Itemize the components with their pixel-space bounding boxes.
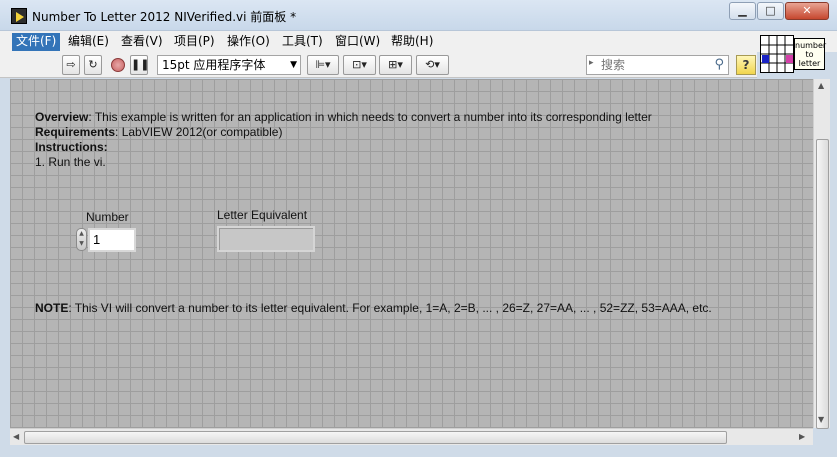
toolbar: ⇨ ↻ ❚❚ 15pt 应用程序字体 ▼ ⊫▾ ⊡▾ ⊞▾ ⟲▾ ▸ ⚲ ? bbox=[0, 52, 757, 78]
menu-tools[interactable]: 工具(T) bbox=[278, 33, 327, 51]
increment-decrement-spinner[interactable]: ▲ ▼ bbox=[76, 228, 87, 251]
search-icon[interactable]: ⚲ bbox=[714, 57, 724, 72]
align-objects-icon: ⊫▾ bbox=[315, 58, 331, 71]
increment-arrow-icon[interactable]: ▲ bbox=[77, 229, 86, 239]
scroll-right-icon[interactable]: ▶ bbox=[799, 432, 805, 441]
vertical-scrollbar[interactable]: ▲ ▼ bbox=[813, 79, 830, 429]
minimize-button[interactable]: ▁ bbox=[729, 2, 756, 20]
minimize-icon: ▁ bbox=[738, 4, 747, 17]
horizontal-scrollbar[interactable]: ◀ ▶ bbox=[10, 428, 813, 445]
vi-icon-text-2: to bbox=[805, 50, 814, 59]
note-label: NOTE bbox=[35, 301, 69, 315]
resize-objects-icon: ⊞▾ bbox=[388, 58, 403, 71]
menu-file[interactable]: 文件(F) bbox=[12, 33, 61, 51]
overview-label: Overview bbox=[35, 110, 89, 124]
scroll-up-icon[interactable]: ▲ bbox=[818, 81, 824, 90]
maximize-button[interactable]: □ bbox=[757, 2, 784, 20]
menu-operate[interactable]: 操作(O) bbox=[223, 33, 274, 51]
note-text: : This VI will convert a number to its l… bbox=[68, 301, 712, 315]
menu-project[interactable]: 项目(P) bbox=[170, 33, 219, 51]
run-continuously-button[interactable]: ↻ bbox=[84, 55, 102, 75]
pause-icon: ❚❚ bbox=[131, 58, 150, 71]
horizontal-scroll-thumb[interactable] bbox=[24, 431, 727, 444]
window-controls: ▁ □ ✕ bbox=[728, 2, 829, 20]
maximize-icon: □ bbox=[765, 4, 776, 17]
description-block: Overview: This example is written for an… bbox=[35, 110, 652, 170]
distribute-objects-icon: ⊡▾ bbox=[352, 58, 367, 71]
window-title: Number To Letter 2012 NIVerified.vi 前面板 … bbox=[32, 10, 297, 24]
instructions-label: Instructions: bbox=[35, 140, 108, 154]
search-field[interactable]: ▸ ⚲ bbox=[586, 55, 729, 75]
font-selector-value: 15pt 应用程序字体 bbox=[162, 58, 266, 72]
requirements-line: Requirements: LabVIEW 2012(or compatible… bbox=[35, 125, 652, 140]
close-icon: ✕ bbox=[802, 4, 812, 17]
scroll-left-icon[interactable]: ◀ bbox=[13, 432, 19, 441]
abort-button[interactable] bbox=[111, 58, 125, 72]
letter-equivalent-indicator bbox=[217, 226, 315, 252]
overview-line: Overview: This example is written for an… bbox=[35, 110, 652, 125]
vi-icon-text-3: letter bbox=[798, 59, 821, 68]
vertical-scroll-thumb[interactable] bbox=[816, 139, 829, 429]
font-selector[interactable]: 15pt 应用程序字体 ▼ bbox=[157, 55, 301, 75]
requirements-text: : LabVIEW 2012(or compatible) bbox=[115, 125, 283, 139]
close-button[interactable]: ✕ bbox=[785, 2, 829, 20]
context-help-button[interactable]: ? bbox=[736, 55, 756, 75]
menu-view[interactable]: 查看(V) bbox=[117, 33, 167, 51]
run-button[interactable]: ⇨ bbox=[62, 55, 80, 75]
scroll-down-icon[interactable]: ▼ bbox=[818, 415, 824, 424]
note-line: NOTE: This VI will convert a number to i… bbox=[35, 301, 712, 316]
decrement-arrow-icon[interactable]: ▼ bbox=[77, 239, 86, 249]
title-bar: Number To Letter 2012 NIVerified.vi 前面板 … bbox=[0, 0, 837, 31]
menu-help[interactable]: 帮助(H) bbox=[387, 33, 437, 51]
distribute-objects-button[interactable]: ⊡▾ bbox=[343, 55, 376, 75]
number-label: Number bbox=[86, 210, 129, 224]
search-input[interactable] bbox=[601, 58, 701, 72]
menu-bar: 文件(F) 编辑(E) 查看(V) 项目(P) 操作(O) 工具(T) 窗口(W… bbox=[0, 31, 837, 52]
pause-button[interactable]: ❚❚ bbox=[130, 55, 150, 75]
run-arrow-icon: ⇨ bbox=[66, 58, 76, 71]
connector-pane[interactable] bbox=[760, 35, 794, 73]
instructions-line: Instructions: bbox=[35, 140, 652, 155]
requirements-label: Requirements bbox=[35, 125, 116, 139]
vi-icon[interactable]: number to letter bbox=[794, 38, 827, 70]
letter-equivalent-label: Letter Equivalent bbox=[217, 208, 308, 222]
menu-edit[interactable]: 编辑(E) bbox=[64, 33, 113, 51]
number-input[interactable]: 1 bbox=[88, 228, 136, 252]
chevron-down-icon: ▼ bbox=[290, 60, 297, 70]
reorder-icon: ⟲▾ bbox=[425, 58, 440, 71]
connector-pane-grid-icon bbox=[761, 36, 793, 72]
overview-text: : This example is written for an applica… bbox=[88, 110, 652, 124]
run-continuously-icon: ↻ bbox=[88, 58, 98, 71]
vi-icon-text-1: number bbox=[795, 41, 827, 50]
menu-window[interactable]: 窗口(W) bbox=[331, 33, 384, 51]
resize-objects-button[interactable]: ⊞▾ bbox=[379, 55, 412, 75]
labview-app-icon[interactable] bbox=[11, 8, 27, 24]
reorder-button[interactable]: ⟲▾ bbox=[416, 55, 449, 75]
align-objects-button[interactable]: ⊫▾ bbox=[307, 55, 339, 75]
instruction-step-1: 1. Run the vi. bbox=[35, 155, 106, 169]
search-expand-icon[interactable]: ▸ bbox=[589, 58, 594, 68]
